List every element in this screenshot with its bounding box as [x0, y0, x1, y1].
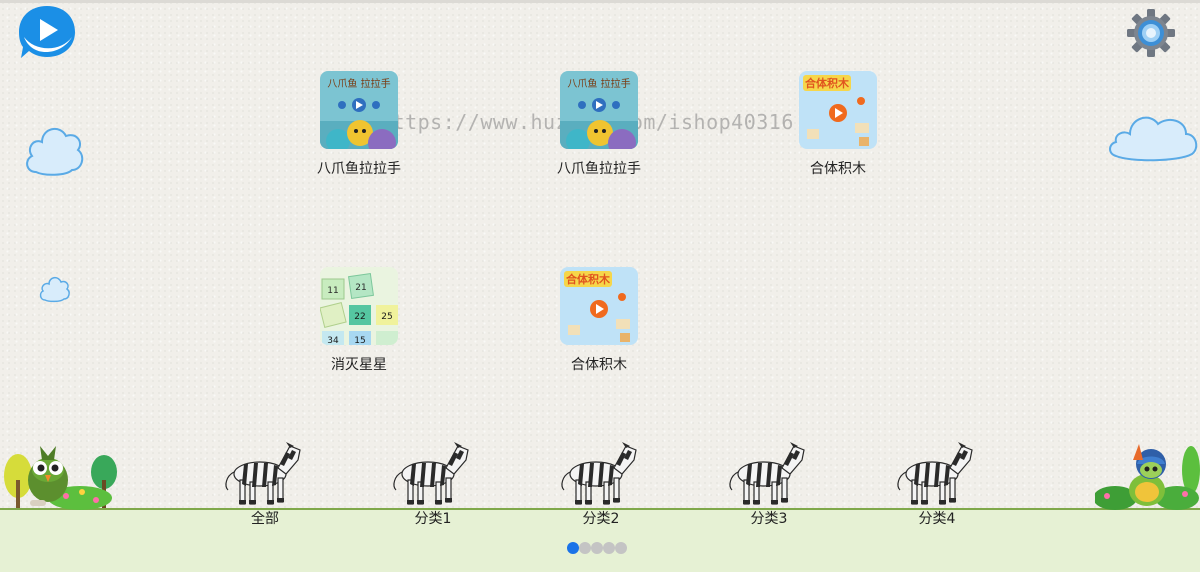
gear-icon	[1127, 9, 1175, 57]
svg-text:11: 11	[327, 286, 338, 296]
game-thumbnail: 合体积木	[799, 71, 877, 149]
zebra-icon	[225, 442, 301, 505]
svg-text:合体积木: 合体积木	[805, 76, 850, 90]
zebra-icon	[729, 442, 805, 505]
category-4[interactable]: 分类4	[892, 438, 982, 527]
game-tile-octopus[interactable]: 八爪鱼 拉拉手 八爪鱼拉拉手	[300, 71, 420, 181]
cloud-right	[1108, 100, 1200, 164]
svg-text:22: 22	[354, 312, 365, 322]
svg-text:八爪鱼 拉拉手: 八爪鱼 拉拉手	[567, 77, 630, 90]
settings-button[interactable]	[1126, 8, 1176, 58]
category-1[interactable]: 分类1	[388, 438, 478, 527]
page-dot[interactable]	[615, 542, 627, 554]
game-title: 八爪鱼拉拉手	[317, 161, 401, 177]
category-label: 分类2	[582, 511, 620, 527]
page-dot[interactable]	[603, 542, 615, 554]
category-label: 分类3	[750, 511, 788, 527]
app-logo	[16, 3, 78, 61]
game-thumbnail: 八爪鱼 拉拉手	[560, 71, 638, 149]
game-title: 八爪鱼拉拉手	[557, 161, 641, 177]
category-label: 分类4	[918, 511, 956, 527]
game-tile-octopus-2[interactable]: 八爪鱼 拉拉手 八爪鱼拉拉手	[540, 71, 660, 181]
zebra-icon	[561, 442, 637, 505]
svg-text:34: 34	[327, 336, 339, 345]
cloud-left-large	[22, 116, 88, 180]
svg-text:八爪鱼 拉拉手: 八爪鱼 拉拉手	[327, 77, 390, 90]
zebra-icon	[897, 442, 973, 505]
game-tile-blocks-2[interactable]: 合体积木 合体积木	[540, 267, 660, 377]
page-indicator	[567, 542, 627, 556]
game-tile-blocks[interactable]: 合体积木 合体积木	[779, 71, 899, 181]
category-label: 全部	[251, 511, 279, 527]
whale-play-logo-icon	[19, 6, 75, 58]
top-border	[0, 0, 1200, 3]
game-title: 合体积木	[571, 357, 627, 373]
svg-text:21: 21	[355, 283, 366, 293]
game-tile-stars[interactable]: 11 21 22 25 34 15 消灭星星	[300, 267, 420, 377]
turtle-mascot-decoration	[1093, 440, 1200, 514]
owl-mascot-decoration	[0, 440, 125, 514]
game-thumbnail: 11 21 22 25 34 15	[320, 267, 398, 345]
category-2[interactable]: 分类2	[556, 438, 646, 527]
game-thumbnail: 合体积木	[560, 267, 638, 345]
category-all[interactable]: 全部	[220, 438, 310, 527]
page-dot[interactable]	[579, 542, 591, 554]
page-dot[interactable]	[591, 542, 603, 554]
svg-text:25: 25	[381, 312, 392, 322]
svg-text:合体积木: 合体积木	[566, 272, 611, 286]
category-label: 分类1	[414, 511, 452, 527]
game-thumbnail: 八爪鱼 拉拉手	[320, 71, 398, 149]
zebra-icon	[393, 442, 469, 505]
svg-text:15: 15	[354, 336, 365, 345]
game-title: 合体积木	[810, 161, 866, 177]
game-title: 消灭星星	[331, 357, 387, 373]
page-dot[interactable]	[567, 542, 579, 554]
category-3[interactable]: 分类3	[724, 438, 814, 527]
cloud-left-small	[38, 272, 72, 304]
